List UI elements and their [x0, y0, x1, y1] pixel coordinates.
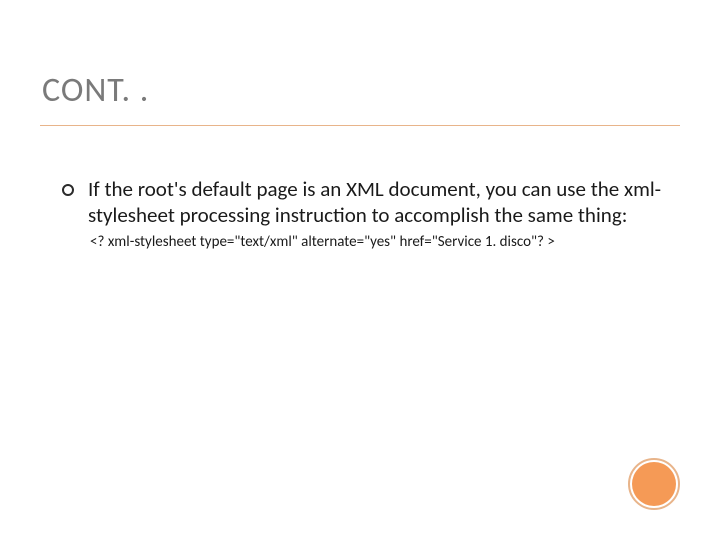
list-item: If the root's default page is an XML doc… — [62, 176, 680, 229]
bullet-text: If the root's default page is an XML doc… — [88, 176, 680, 229]
slide: CONT. . If the root's default page is an… — [0, 0, 720, 540]
page-title: CONT. . — [40, 70, 680, 126]
code-snippet: <? xml-stylesheet type="text/xml" altern… — [90, 233, 680, 251]
disc-icon — [632, 462, 676, 506]
corner-decoration — [628, 458, 680, 510]
slide-body: If the root's default page is an XML doc… — [40, 176, 680, 251]
bullet-icon — [62, 184, 74, 196]
